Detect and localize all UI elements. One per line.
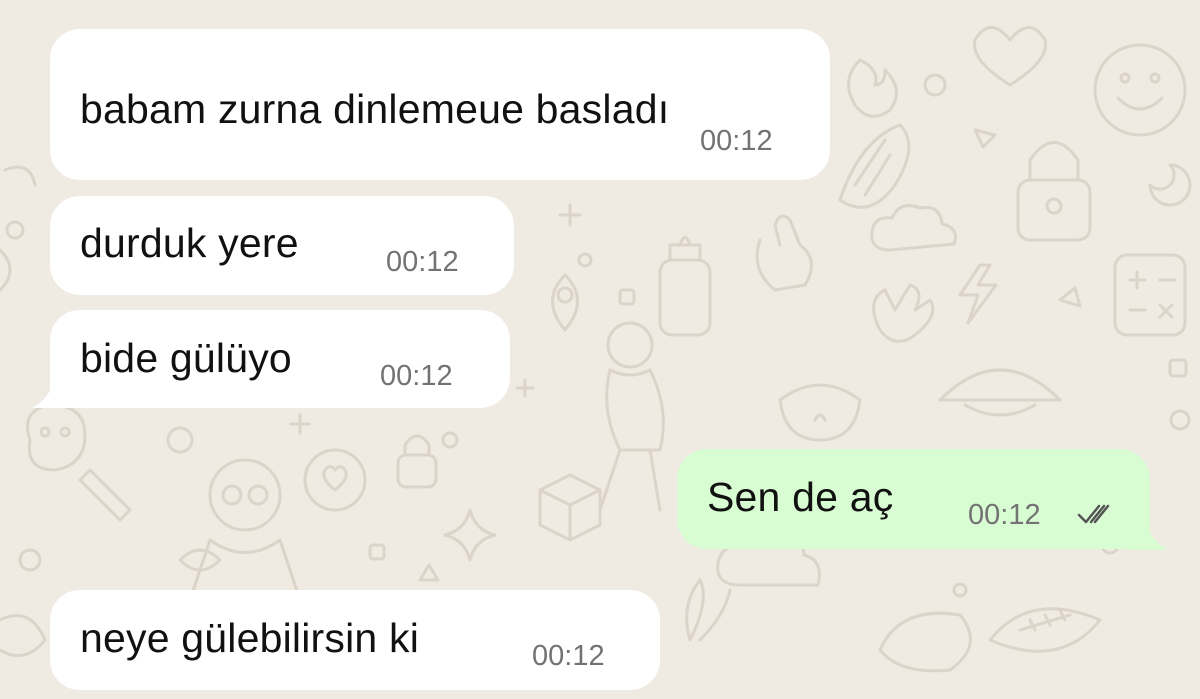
message-timestamp: 00:12 bbox=[386, 246, 459, 278]
double-check-icon bbox=[1077, 504, 1110, 524]
incoming-message-bubble[interactable]: babam zurna dinlemeue basladı 00:12 bbox=[50, 29, 830, 180]
incoming-message-bubble[interactable]: neye gülebilirsin ki 00:12 bbox=[50, 590, 660, 690]
message-text: neye gülebilirsin ki bbox=[80, 615, 420, 661]
message-timestamp: 00:12 bbox=[700, 125, 773, 157]
message-text: babam zurna dinlemeue basladı bbox=[80, 86, 670, 132]
message-text: Sen de aç bbox=[707, 474, 894, 520]
message-timestamp: 00:12 bbox=[968, 499, 1041, 531]
message-text: durduk yere bbox=[80, 220, 299, 266]
incoming-message-bubble[interactable]: bide gülüyo 00:12 bbox=[50, 310, 510, 408]
outgoing-message-bubble[interactable]: Sen de aç 00:12 bbox=[677, 449, 1150, 549]
message-text: bide gülüyo bbox=[80, 335, 292, 381]
message-timestamp: 00:12 bbox=[532, 640, 605, 672]
message-timestamp: 00:12 bbox=[380, 360, 453, 392]
incoming-message-bubble[interactable]: durduk yere 00:12 bbox=[50, 196, 514, 295]
